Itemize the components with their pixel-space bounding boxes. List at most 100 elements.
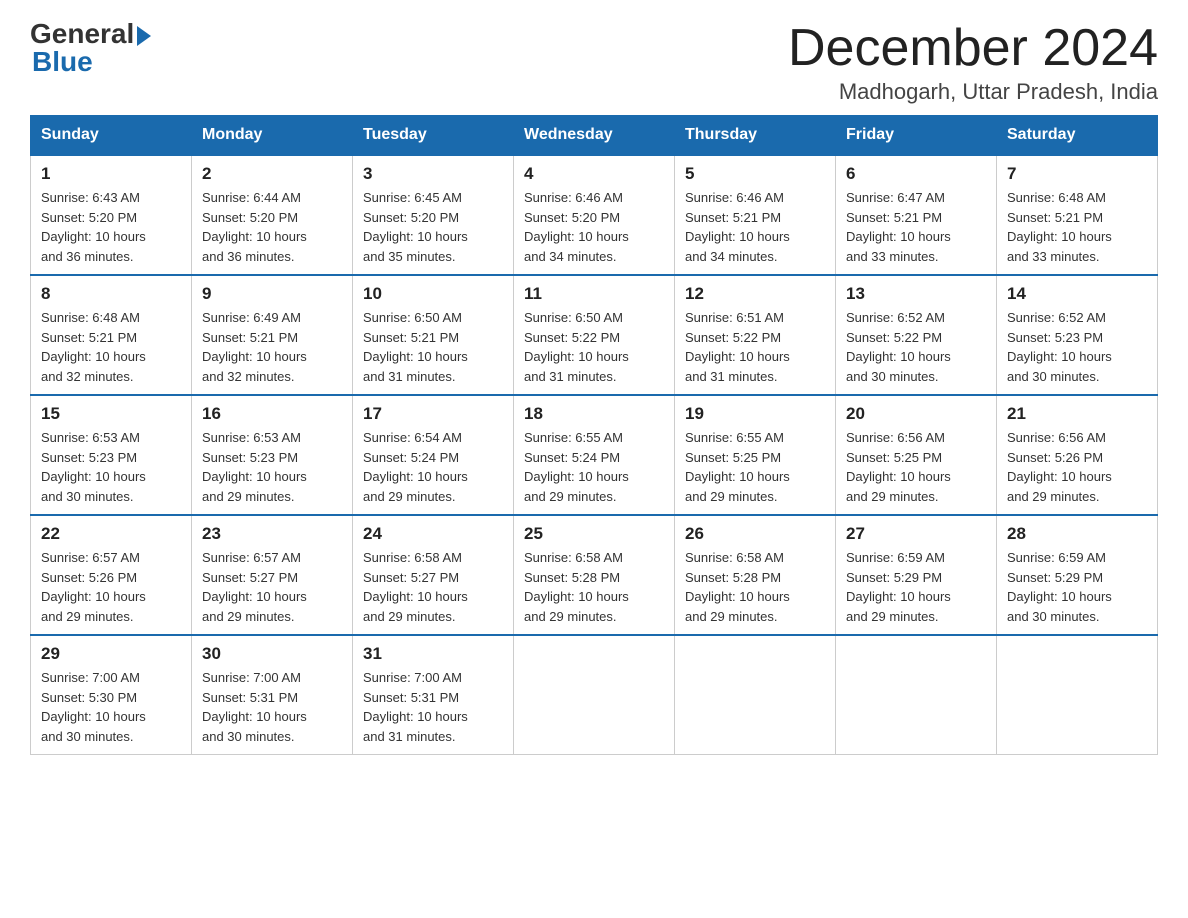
day-info: Sunrise: 6:43 AM Sunset: 5:20 PM Dayligh… [41, 188, 181, 266]
day-number: 18 [524, 404, 664, 424]
calendar-day-header: Wednesday [514, 116, 675, 156]
logo-general-text: General [30, 20, 134, 48]
day-number: 26 [685, 524, 825, 544]
day-info: Sunrise: 6:56 AM Sunset: 5:26 PM Dayligh… [1007, 428, 1147, 506]
day-info: Sunrise: 6:57 AM Sunset: 5:27 PM Dayligh… [202, 548, 342, 626]
calendar-cell [997, 635, 1158, 755]
day-number: 14 [1007, 284, 1147, 304]
logo-arrow-icon [137, 26, 151, 46]
calendar-cell: 5 Sunrise: 6:46 AM Sunset: 5:21 PM Dayli… [675, 155, 836, 275]
day-number: 28 [1007, 524, 1147, 544]
day-info: Sunrise: 6:59 AM Sunset: 5:29 PM Dayligh… [846, 548, 986, 626]
calendar-day-header: Thursday [675, 116, 836, 156]
calendar-cell: 29 Sunrise: 7:00 AM Sunset: 5:30 PM Dayl… [31, 635, 192, 755]
calendar-table: SundayMondayTuesdayWednesdayThursdayFrid… [30, 115, 1158, 755]
day-info: Sunrise: 7:00 AM Sunset: 5:31 PM Dayligh… [202, 668, 342, 746]
day-info: Sunrise: 6:45 AM Sunset: 5:20 PM Dayligh… [363, 188, 503, 266]
day-number: 29 [41, 644, 181, 664]
day-number: 6 [846, 164, 986, 184]
day-number: 27 [846, 524, 986, 544]
day-info: Sunrise: 6:57 AM Sunset: 5:26 PM Dayligh… [41, 548, 181, 626]
day-number: 23 [202, 524, 342, 544]
calendar-cell: 24 Sunrise: 6:58 AM Sunset: 5:27 PM Dayl… [353, 515, 514, 635]
calendar-cell: 26 Sunrise: 6:58 AM Sunset: 5:28 PM Dayl… [675, 515, 836, 635]
day-info: Sunrise: 6:46 AM Sunset: 5:21 PM Dayligh… [685, 188, 825, 266]
calendar-cell: 13 Sunrise: 6:52 AM Sunset: 5:22 PM Dayl… [836, 275, 997, 395]
day-number: 30 [202, 644, 342, 664]
month-title: December 2024 [788, 20, 1158, 77]
day-info: Sunrise: 6:55 AM Sunset: 5:24 PM Dayligh… [524, 428, 664, 506]
calendar-cell [675, 635, 836, 755]
day-info: Sunrise: 6:54 AM Sunset: 5:24 PM Dayligh… [363, 428, 503, 506]
day-number: 22 [41, 524, 181, 544]
calendar-cell: 1 Sunrise: 6:43 AM Sunset: 5:20 PM Dayli… [31, 155, 192, 275]
calendar-cell: 15 Sunrise: 6:53 AM Sunset: 5:23 PM Dayl… [31, 395, 192, 515]
day-number: 16 [202, 404, 342, 424]
calendar-cell: 27 Sunrise: 6:59 AM Sunset: 5:29 PM Dayl… [836, 515, 997, 635]
calendar-cell: 25 Sunrise: 6:58 AM Sunset: 5:28 PM Dayl… [514, 515, 675, 635]
day-number: 25 [524, 524, 664, 544]
calendar-cell: 11 Sunrise: 6:50 AM Sunset: 5:22 PM Dayl… [514, 275, 675, 395]
calendar-cell: 23 Sunrise: 6:57 AM Sunset: 5:27 PM Dayl… [192, 515, 353, 635]
calendar-cell: 2 Sunrise: 6:44 AM Sunset: 5:20 PM Dayli… [192, 155, 353, 275]
day-info: Sunrise: 7:00 AM Sunset: 5:30 PM Dayligh… [41, 668, 181, 746]
day-info: Sunrise: 6:58 AM Sunset: 5:28 PM Dayligh… [685, 548, 825, 626]
calendar-cell: 12 Sunrise: 6:51 AM Sunset: 5:22 PM Dayl… [675, 275, 836, 395]
calendar-cell: 6 Sunrise: 6:47 AM Sunset: 5:21 PM Dayli… [836, 155, 997, 275]
day-number: 8 [41, 284, 181, 304]
day-info: Sunrise: 6:46 AM Sunset: 5:20 PM Dayligh… [524, 188, 664, 266]
day-number: 7 [1007, 164, 1147, 184]
day-number: 21 [1007, 404, 1147, 424]
day-info: Sunrise: 6:52 AM Sunset: 5:22 PM Dayligh… [846, 308, 986, 386]
day-number: 10 [363, 284, 503, 304]
day-info: Sunrise: 6:48 AM Sunset: 5:21 PM Dayligh… [1007, 188, 1147, 266]
day-info: Sunrise: 6:50 AM Sunset: 5:22 PM Dayligh… [524, 308, 664, 386]
day-number: 4 [524, 164, 664, 184]
page-header: General Blue December 2024 Madhogarh, Ut… [30, 20, 1158, 105]
day-info: Sunrise: 6:55 AM Sunset: 5:25 PM Dayligh… [685, 428, 825, 506]
day-info: Sunrise: 7:00 AM Sunset: 5:31 PM Dayligh… [363, 668, 503, 746]
day-number: 24 [363, 524, 503, 544]
day-info: Sunrise: 6:58 AM Sunset: 5:28 PM Dayligh… [524, 548, 664, 626]
day-number: 3 [363, 164, 503, 184]
day-info: Sunrise: 6:51 AM Sunset: 5:22 PM Dayligh… [685, 308, 825, 386]
day-number: 31 [363, 644, 503, 664]
day-number: 19 [685, 404, 825, 424]
calendar-cell: 20 Sunrise: 6:56 AM Sunset: 5:25 PM Dayl… [836, 395, 997, 515]
calendar-cell: 17 Sunrise: 6:54 AM Sunset: 5:24 PM Dayl… [353, 395, 514, 515]
day-info: Sunrise: 6:49 AM Sunset: 5:21 PM Dayligh… [202, 308, 342, 386]
calendar-cell: 3 Sunrise: 6:45 AM Sunset: 5:20 PM Dayli… [353, 155, 514, 275]
day-info: Sunrise: 6:48 AM Sunset: 5:21 PM Dayligh… [41, 308, 181, 386]
day-info: Sunrise: 6:58 AM Sunset: 5:27 PM Dayligh… [363, 548, 503, 626]
day-number: 13 [846, 284, 986, 304]
day-info: Sunrise: 6:52 AM Sunset: 5:23 PM Dayligh… [1007, 308, 1147, 386]
day-number: 11 [524, 284, 664, 304]
calendar-cell: 21 Sunrise: 6:56 AM Sunset: 5:26 PM Dayl… [997, 395, 1158, 515]
calendar-day-header: Sunday [31, 116, 192, 156]
calendar-cell: 30 Sunrise: 7:00 AM Sunset: 5:31 PM Dayl… [192, 635, 353, 755]
calendar-cell: 7 Sunrise: 6:48 AM Sunset: 5:21 PM Dayli… [997, 155, 1158, 275]
calendar-week-row: 1 Sunrise: 6:43 AM Sunset: 5:20 PM Dayli… [31, 155, 1158, 275]
logo: General Blue [30, 20, 151, 76]
day-info: Sunrise: 6:50 AM Sunset: 5:21 PM Dayligh… [363, 308, 503, 386]
calendar-week-row: 29 Sunrise: 7:00 AM Sunset: 5:30 PM Dayl… [31, 635, 1158, 755]
calendar-day-header: Tuesday [353, 116, 514, 156]
calendar-cell: 28 Sunrise: 6:59 AM Sunset: 5:29 PM Dayl… [997, 515, 1158, 635]
calendar-cell [836, 635, 997, 755]
calendar-week-row: 22 Sunrise: 6:57 AM Sunset: 5:26 PM Dayl… [31, 515, 1158, 635]
day-number: 2 [202, 164, 342, 184]
calendar-week-row: 8 Sunrise: 6:48 AM Sunset: 5:21 PM Dayli… [31, 275, 1158, 395]
calendar-cell: 4 Sunrise: 6:46 AM Sunset: 5:20 PM Dayli… [514, 155, 675, 275]
day-number: 15 [41, 404, 181, 424]
day-info: Sunrise: 6:56 AM Sunset: 5:25 PM Dayligh… [846, 428, 986, 506]
calendar-cell: 31 Sunrise: 7:00 AM Sunset: 5:31 PM Dayl… [353, 635, 514, 755]
day-number: 1 [41, 164, 181, 184]
day-number: 20 [846, 404, 986, 424]
logo-blue-text: Blue [32, 48, 93, 76]
day-number: 5 [685, 164, 825, 184]
calendar-week-row: 15 Sunrise: 6:53 AM Sunset: 5:23 PM Dayl… [31, 395, 1158, 515]
day-info: Sunrise: 6:47 AM Sunset: 5:21 PM Dayligh… [846, 188, 986, 266]
calendar-cell: 14 Sunrise: 6:52 AM Sunset: 5:23 PM Dayl… [997, 275, 1158, 395]
day-number: 17 [363, 404, 503, 424]
calendar-day-header: Friday [836, 116, 997, 156]
